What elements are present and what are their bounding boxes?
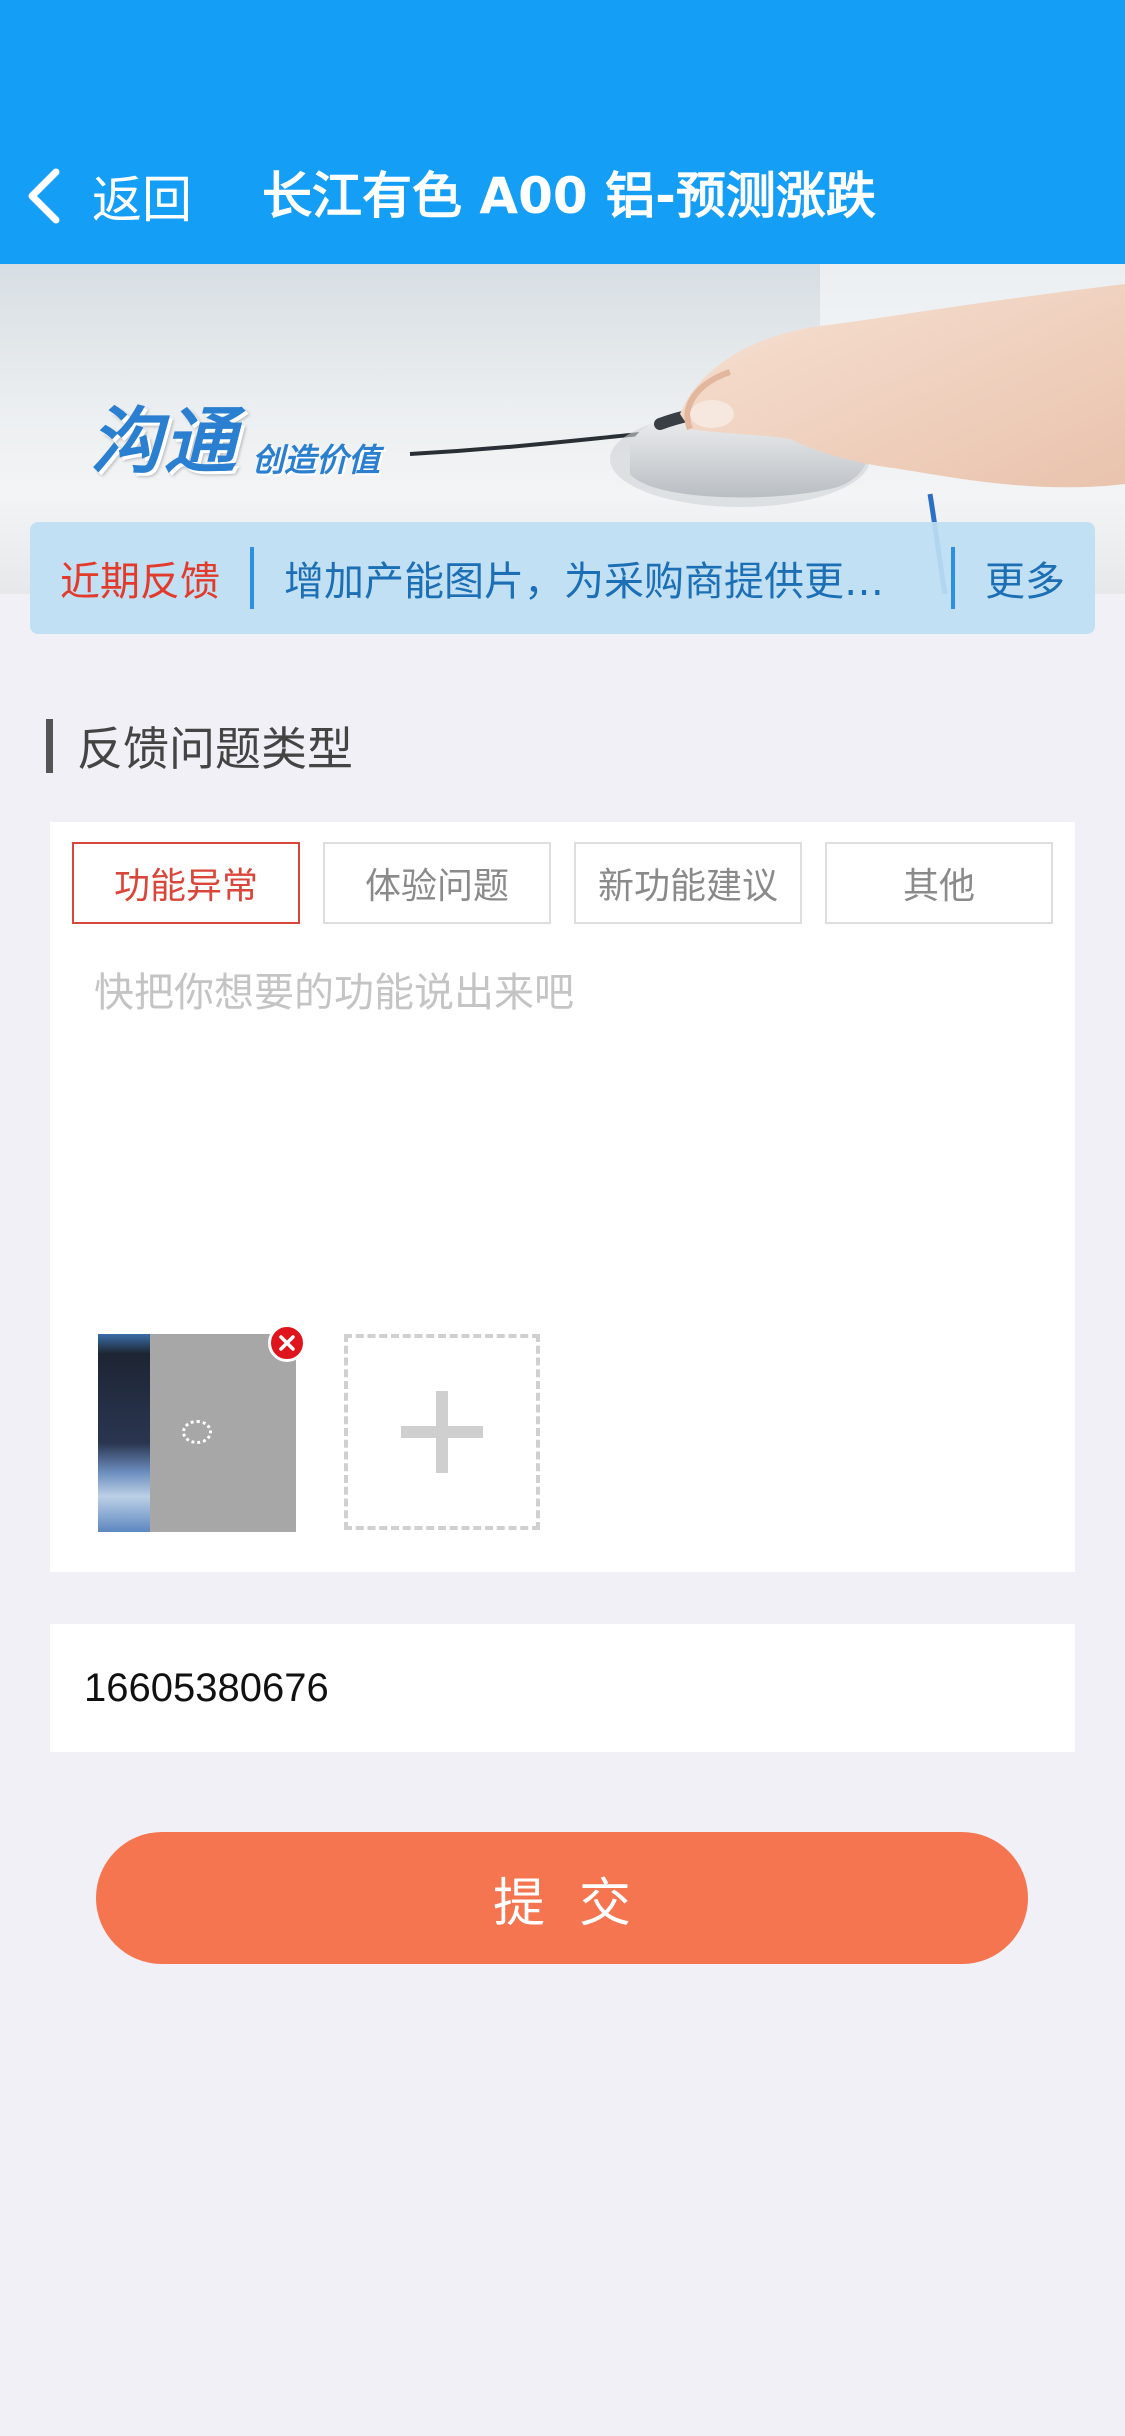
phone-input[interactable] [50,1624,1075,1752]
back-label: 返回 [92,171,192,229]
close-icon [279,1335,295,1351]
thumbnail-preview [98,1334,150,1532]
submit-button[interactable]: 提交 [96,1832,1028,1964]
more-link[interactable]: 更多 [955,549,1095,607]
chevron-left-icon [28,168,60,224]
banner-logo: 沟通 创造价值 [90,382,380,487]
feedback-card: 功能异常 体验问题 新功能建议 其他 快把你想要的功能说出来吧 [50,822,1075,1572]
delete-image-button[interactable] [268,1324,306,1362]
type-option-new-feature[interactable]: 新功能建议 [574,842,802,924]
type-option-other[interactable]: 其他 [825,842,1053,924]
recent-feedback-bar: 近期反馈 增加产能图片，为采购商提供更… 更多 [30,522,1095,634]
recent-feedback-text[interactable]: 增加产能图片，为采购商提供更… [254,549,951,607]
feedback-textarea[interactable]: 快把你想要的功能说出来吧 [94,960,574,1018]
section-marker [46,719,53,773]
plus-icon [401,1391,483,1473]
banner-logo-main: 沟通 [90,399,239,483]
loading-spinner-icon [182,1420,212,1444]
page-title: 长江有色 A00 铝-预测涨跌 [262,167,876,225]
navigation-bar: 返回 长江有色 A00 铝-预测涨跌 [0,0,1125,264]
type-option-experience[interactable]: 体验问题 [323,842,551,924]
back-button[interactable]: 返回 [22,160,192,232]
section-title: 反馈问题类型 [77,722,353,776]
recent-feedback-label: 近期反馈 [60,559,220,605]
add-image-button[interactable] [344,1334,540,1530]
banner-logo-sub: 创造价值 [252,441,381,479]
section-header: 反馈问题类型 [46,718,353,776]
uploaded-image-thumbnail[interactable] [98,1334,296,1532]
type-option-function-error[interactable]: 功能异常 [72,842,300,924]
